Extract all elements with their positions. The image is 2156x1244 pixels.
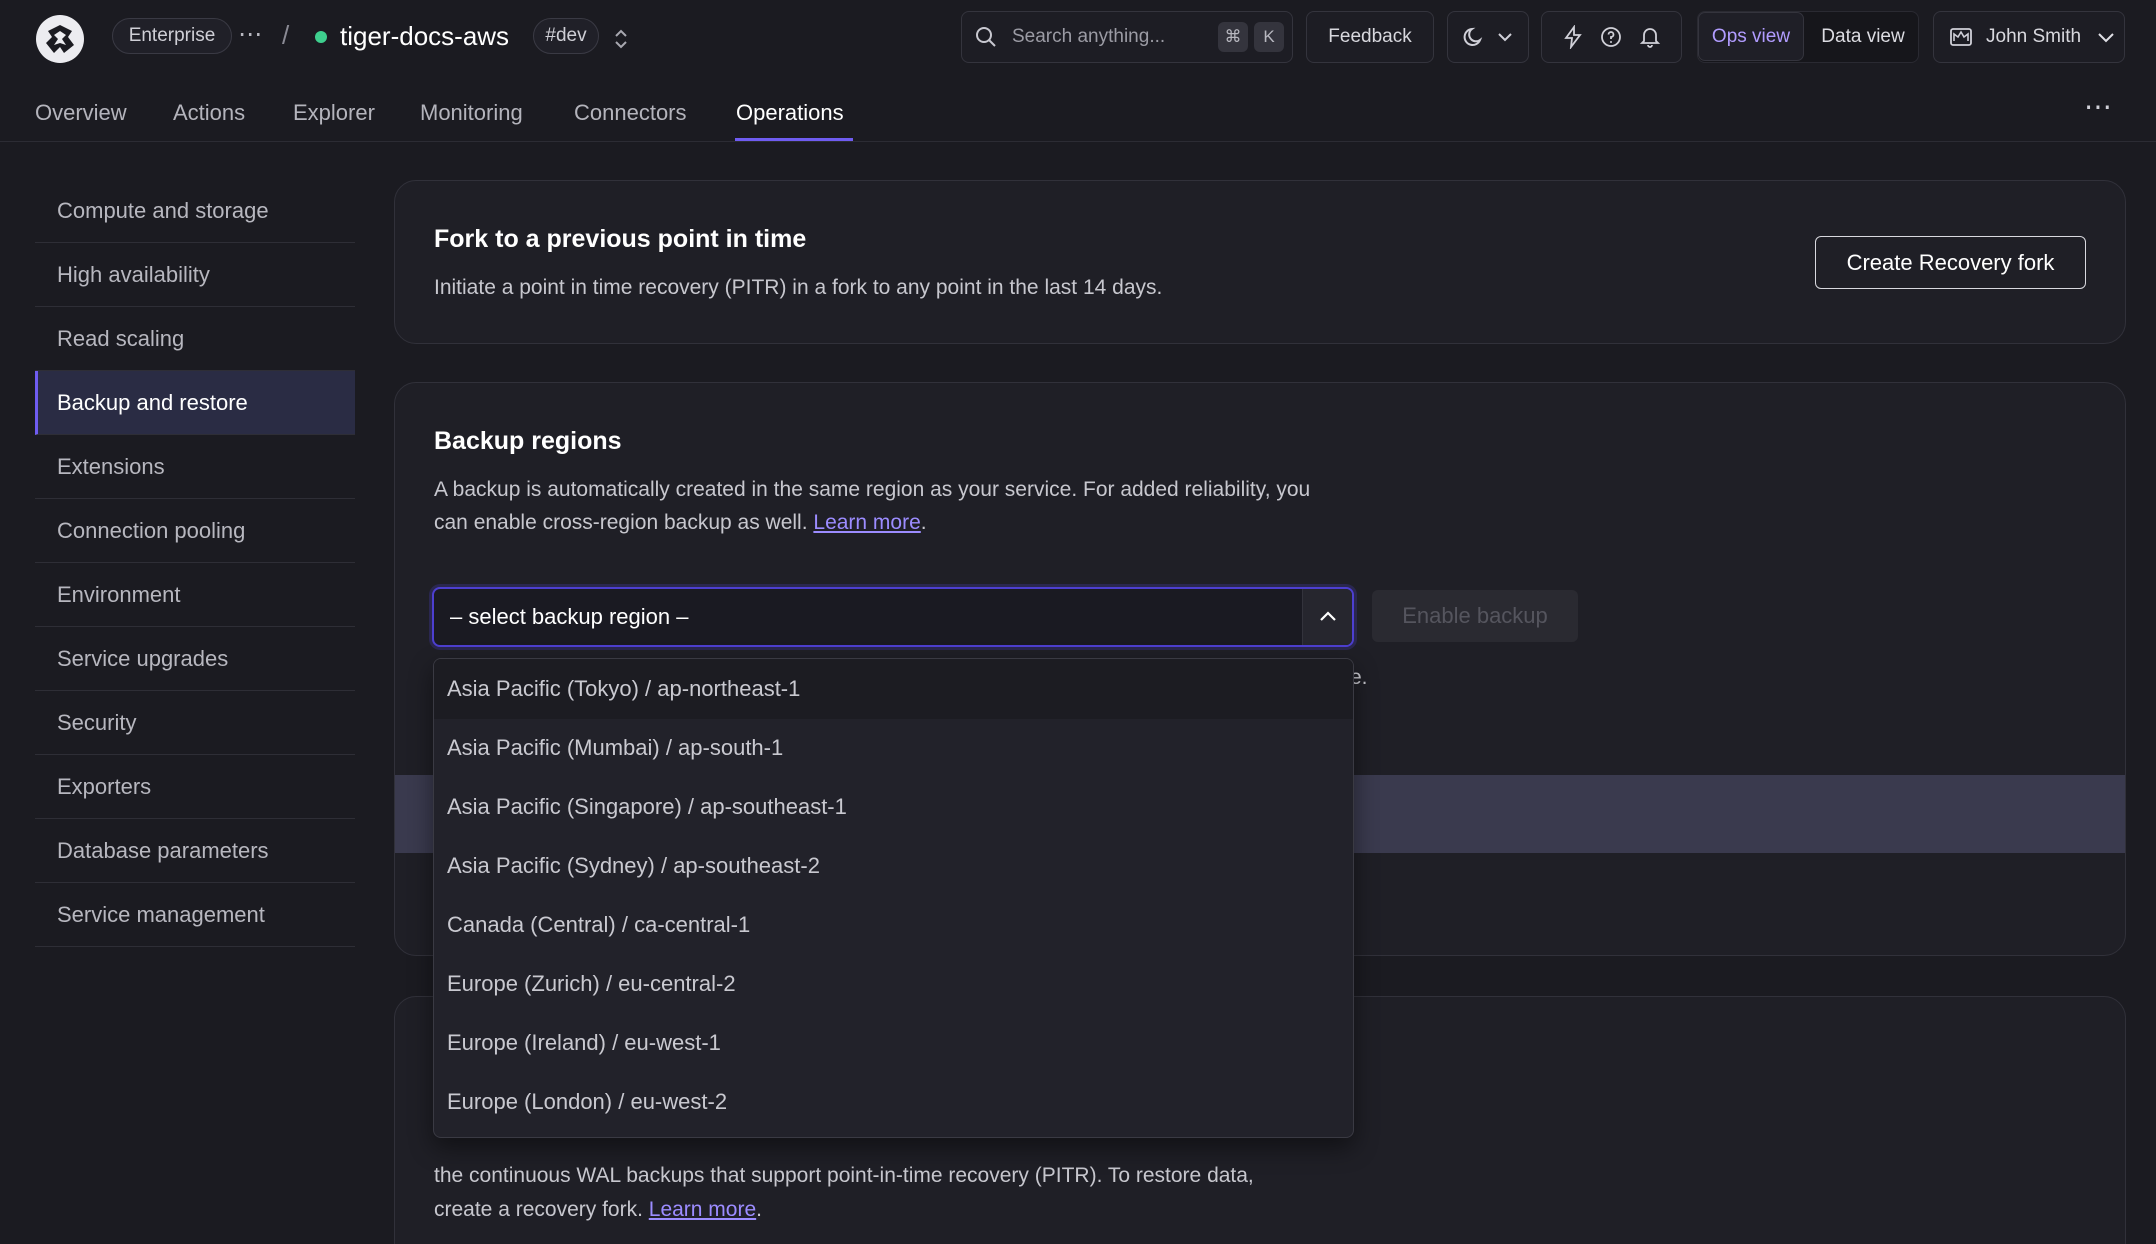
backup-regions-description-text: can enable cross-region backup as well. bbox=[434, 511, 808, 534]
fork-card-title: Fork to a previous point in time bbox=[434, 225, 807, 253]
tab-monitoring[interactable]: Monitoring bbox=[420, 100, 523, 126]
data-view-tab[interactable]: Data view bbox=[1808, 12, 1918, 61]
bell-icon[interactable] bbox=[1638, 25, 1662, 49]
tab-connectors[interactable]: Connectors bbox=[574, 100, 687, 126]
feedback-label: Feedback bbox=[1328, 26, 1412, 47]
backup-info-text: create a recovery fork. bbox=[434, 1198, 643, 1221]
search-placeholder: Search anything... bbox=[1012, 26, 1166, 47]
moon-icon bbox=[1463, 27, 1483, 46]
learn-more-link[interactable]: Learn more bbox=[649, 1198, 756, 1221]
lightning-icon[interactable] bbox=[1561, 25, 1585, 49]
sidebar-item-database-parameters[interactable]: Database parameters bbox=[35, 819, 355, 883]
service-status-dot-icon bbox=[315, 31, 327, 43]
region-option[interactable]: Europe (Zurich) / eu-central-2 bbox=[434, 954, 1353, 1014]
env-badge-label: #dev bbox=[545, 25, 587, 46]
view-switcher: Ops view Data view bbox=[1697, 11, 1919, 63]
kbd-cmd: ⌘ bbox=[1218, 22, 1248, 52]
backup-info-line-2: create a recovery fork. Learn more. bbox=[434, 1193, 762, 1226]
tab-actions[interactable]: Actions bbox=[173, 100, 245, 126]
ops-view-tab[interactable]: Ops view bbox=[1698, 12, 1804, 61]
learn-more-link[interactable]: Learn more bbox=[813, 511, 920, 534]
region-option[interactable]: Asia Pacific (Mumbai) / ap-south-1 bbox=[434, 718, 1353, 778]
create-recovery-fork-button[interactable]: Create Recovery fork bbox=[1815, 236, 2086, 289]
period-text: . bbox=[756, 1198, 762, 1221]
chevron-down-icon bbox=[2098, 33, 2114, 43]
backup-regions-description-line-2: can enable cross-region backup as well. … bbox=[434, 506, 927, 539]
sidebar-item-extensions[interactable]: Extensions bbox=[35, 435, 355, 499]
kbd-k: K bbox=[1254, 22, 1284, 52]
backup-regions-description-line-1: A backup is automatically created in the… bbox=[434, 478, 1311, 501]
search-input[interactable]: Search anything... ⌘ K bbox=[961, 11, 1293, 63]
region-option[interactable]: Canada (Central) / ca-central-1 bbox=[434, 895, 1353, 955]
breadcrumb-separator: / bbox=[282, 20, 290, 50]
sidebar-item-exporters[interactable]: Exporters bbox=[35, 755, 355, 819]
search-icon bbox=[976, 27, 996, 47]
sidebar-item-connection-pooling[interactable]: Connection pooling bbox=[35, 499, 355, 563]
region-option[interactable]: Asia Pacific (Tokyo) / ap-northeast-1 bbox=[434, 659, 1353, 719]
main-tabs: Overview Actions Explorer Monitoring Con… bbox=[0, 80, 2156, 142]
org-label: Enterprise bbox=[128, 25, 216, 46]
period-text: . bbox=[920, 511, 927, 534]
sidebar-item-high-availability[interactable]: High availability bbox=[35, 243, 355, 307]
chevron-down-icon bbox=[1498, 33, 1512, 42]
region-dropdown-menu: Asia Pacific (Tokyo) / ap-northeast-1 As… bbox=[433, 658, 1354, 1138]
region-option[interactable]: Asia Pacific (Sydney) / ap-southeast-2 bbox=[434, 836, 1353, 896]
sidebar-item-service-management[interactable]: Service management bbox=[35, 883, 355, 947]
tab-explorer[interactable]: Explorer bbox=[293, 100, 375, 126]
backup-region-select[interactable]: – select backup region – bbox=[432, 587, 1354, 647]
backup-regions-title: Backup regions bbox=[434, 427, 622, 455]
sidebar-item-backup-and-restore[interactable]: Backup and restore bbox=[35, 371, 355, 435]
top-bar: Enterprise ⋯ / tiger-docs-aws #dev Searc… bbox=[0, 0, 2156, 72]
fork-card-description: Initiate a point in time recovery (PITR)… bbox=[434, 276, 1163, 299]
enable-backup-button[interactable]: Enable backup bbox=[1372, 590, 1578, 642]
sidebar-item-security[interactable]: Security bbox=[35, 691, 355, 755]
env-badge[interactable]: #dev bbox=[533, 18, 599, 54]
help-icon[interactable] bbox=[1599, 25, 1623, 49]
region-option[interactable]: Europe (Ireland) / eu-west-1 bbox=[434, 1013, 1353, 1073]
crown-icon bbox=[1950, 28, 1972, 46]
feedback-button[interactable]: Feedback bbox=[1306, 11, 1434, 63]
tab-overview[interactable]: Overview bbox=[35, 100, 127, 126]
quick-actions-group bbox=[1541, 11, 1682, 63]
service-name[interactable]: tiger-docs-aws bbox=[340, 21, 509, 52]
active-tab-indicator bbox=[735, 138, 853, 141]
sidebar-item-compute-and-storage[interactable]: Compute and storage bbox=[35, 179, 355, 243]
theme-toggle[interactable] bbox=[1447, 11, 1529, 63]
user-menu[interactable]: John Smith bbox=[1933, 11, 2125, 63]
sidebar-item-read-scaling[interactable]: Read scaling bbox=[35, 307, 355, 371]
select-placeholder: – select backup region – bbox=[450, 604, 689, 629]
region-option[interactable]: Europe (London) / eu-west-2 bbox=[434, 1072, 1353, 1132]
tiger-logo-icon[interactable] bbox=[34, 13, 86, 65]
sidebar-item-environment[interactable]: Environment bbox=[35, 563, 355, 627]
tab-operations[interactable]: Operations bbox=[736, 100, 844, 126]
backup-info-line-1: the continuous WAL backups that support … bbox=[434, 1164, 1254, 1187]
sidebar-item-service-upgrades[interactable]: Service upgrades bbox=[35, 627, 355, 691]
org-badge[interactable]: Enterprise bbox=[112, 18, 232, 54]
region-option[interactable]: Asia Pacific (Singapore) / ap-southeast-… bbox=[434, 777, 1353, 837]
user-name: John Smith bbox=[1986, 26, 2082, 47]
more-menu-icon[interactable]: ⋯ bbox=[2084, 90, 2112, 123]
select-toggle[interactable] bbox=[1302, 589, 1352, 645]
service-switcher-icon[interactable] bbox=[611, 27, 631, 51]
chevron-up-icon bbox=[1319, 611, 1336, 621]
more-icon[interactable]: ⋯ bbox=[238, 20, 262, 49]
fork-card: Fork to a previous point in time Initiat… bbox=[394, 180, 2126, 344]
